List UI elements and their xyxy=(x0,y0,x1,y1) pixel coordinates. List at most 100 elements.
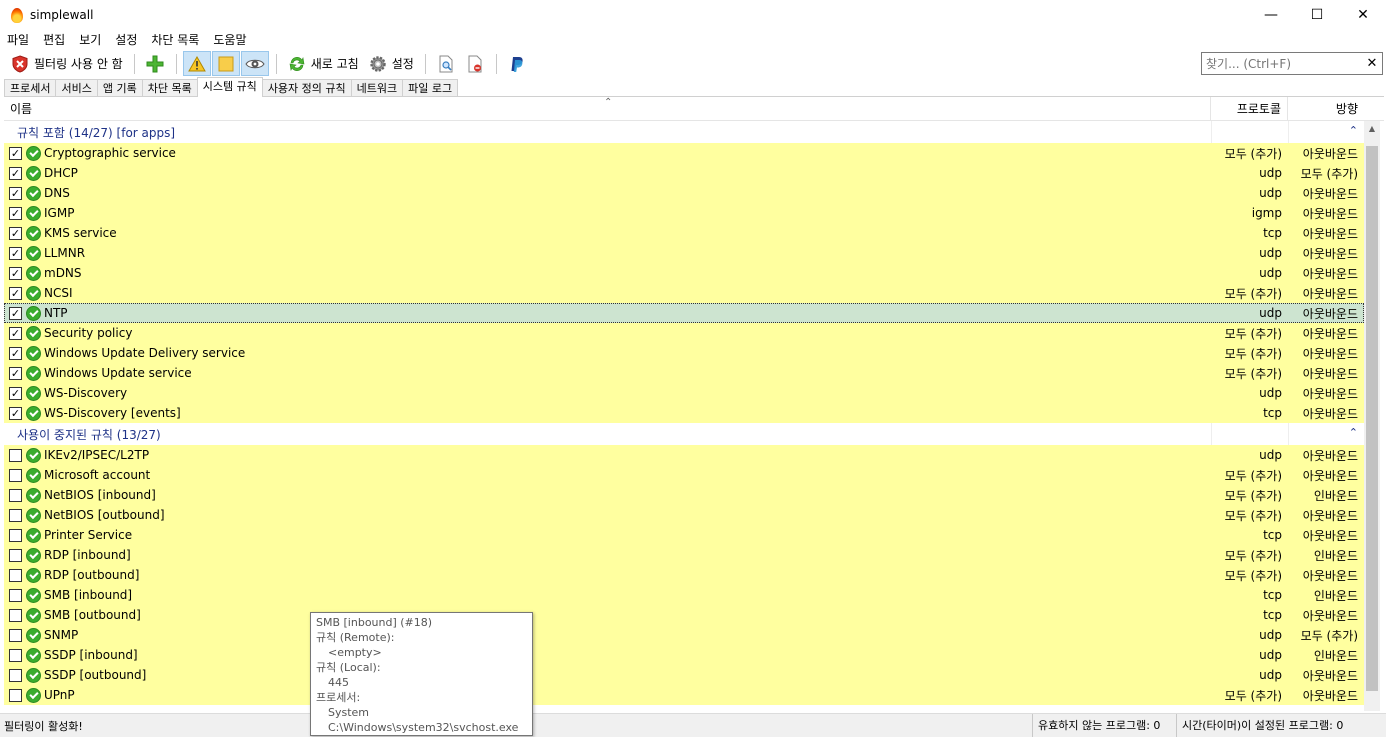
disable-filtering-label: 필터링 사용 안 함 xyxy=(34,57,123,71)
rule-row[interactable]: SSDP [inbound] udp 인바운드 xyxy=(4,645,1364,665)
rule-row[interactable]: SMB [outbound] tcp 아웃바운드 xyxy=(4,605,1364,625)
group-title: 규칙 포함 (14/27) [for apps] xyxy=(17,125,176,140)
rule-row[interactable]: ✓ Windows Update Delivery service 모두 (추가) 아… xyxy=(4,343,1364,363)
tab-services[interactable]: 서비스 xyxy=(55,79,98,97)
rule-row[interactable]: NetBIOS [inbound] 모두 (추가) 인바운드 xyxy=(4,485,1364,505)
minimize-button[interactable]: — xyxy=(1248,0,1294,30)
rule-row[interactable]: Printer Service tcp 아웃바운드 xyxy=(4,525,1364,545)
rule-row[interactable]: RDP [inbound] 모두 (추가) 인바운드 xyxy=(4,545,1364,565)
rule-row[interactable]: ✓ IGMP igmp 아웃바운드 xyxy=(4,203,1364,223)
check-circle-icon xyxy=(26,145,41,161)
rule-checkbox[interactable]: ✓ xyxy=(9,326,22,340)
rule-checkbox[interactable] xyxy=(9,568,22,582)
tab-processes[interactable]: 프로세서 xyxy=(4,79,57,97)
rule-row[interactable]: ✓ LLMNR udp 아웃바운드 xyxy=(4,243,1364,263)
rule-checkbox[interactable]: ✓ xyxy=(9,186,22,200)
close-button[interactable]: ✕ xyxy=(1340,0,1386,30)
rule-checkbox[interactable]: ✓ xyxy=(9,406,22,420)
rule-row[interactable]: ✓ WS-Discovery udp 아웃바운드 xyxy=(4,383,1364,403)
maximize-button[interactable]: ☐ xyxy=(1294,0,1340,30)
clear-search-icon[interactable]: ✕ xyxy=(1362,56,1382,71)
rule-checkbox[interactable]: ✓ xyxy=(9,226,22,240)
rule-checkbox[interactable] xyxy=(9,608,22,622)
menu-help[interactable]: 도움말 xyxy=(206,30,253,50)
rule-row[interactable]: Microsoft account 모두 (추가) 아웃바운드 xyxy=(4,465,1364,485)
eye-toggle-button[interactable] xyxy=(240,51,269,76)
rule-protocol: 모두 (추가) xyxy=(1224,346,1282,361)
menu-file[interactable]: 파일 xyxy=(0,30,36,50)
rule-row[interactable]: ✓ DNS udp 아웃바운드 xyxy=(4,183,1364,203)
settings-button[interactable]: 설정 xyxy=(364,51,418,76)
add-button[interactable] xyxy=(141,51,169,76)
menu-edit[interactable]: 편집 xyxy=(36,30,72,50)
rule-row[interactable]: RDP [outbound] 모두 (추가) 아웃바운드 xyxy=(4,565,1364,585)
rule-row[interactable]: SMB [inbound] tcp 인바운드 xyxy=(4,585,1364,605)
rule-checkbox[interactable] xyxy=(9,448,22,462)
tab-user-rules[interactable]: 사용자 정의 규칙 xyxy=(261,79,352,97)
rule-checkbox[interactable] xyxy=(9,688,22,702)
rule-row[interactable]: UPnP 모두 (추가) 아웃바운드 xyxy=(4,685,1364,705)
disable-filtering-button[interactable]: 필터링 사용 안 함 xyxy=(6,51,127,76)
rule-checkbox[interactable]: ✓ xyxy=(9,206,22,220)
group-header[interactable]: 사용이 중지된 규칙 (13/27) ⌃ xyxy=(4,423,1364,445)
rule-row[interactable]: ✓ DHCP udp 모두 (추가) xyxy=(4,163,1364,183)
vertical-scrollbar[interactable]: ▲ xyxy=(1364,121,1380,711)
note-toggle-button[interactable] xyxy=(211,51,240,76)
rule-row[interactable]: SNMP udp 모두 (추가) xyxy=(4,625,1364,645)
rule-row[interactable]: ✓ KMS service tcp 아웃바운드 xyxy=(4,223,1364,243)
rule-checkbox[interactable] xyxy=(9,508,22,522)
rule-checkbox[interactable] xyxy=(9,668,22,682)
rule-checkbox[interactable]: ✓ xyxy=(9,246,22,260)
collapse-icon[interactable]: ⌃ xyxy=(1349,426,1358,439)
check-circle-icon xyxy=(26,547,41,563)
rule-row[interactable]: ✓ Cryptographic service 모두 (추가) 아웃바운드 xyxy=(4,143,1364,163)
menu-blocklist[interactable]: 차단 목록 xyxy=(144,30,206,50)
rule-checkbox[interactable]: ✓ xyxy=(9,346,22,360)
column-direction[interactable]: 방향 xyxy=(1288,97,1364,121)
rule-checkbox[interactable]: ✓ xyxy=(9,166,22,180)
rule-checkbox[interactable]: ✓ xyxy=(9,366,22,380)
rule-row[interactable]: ✓ Windows Update service 모두 (추가) 아웃바운드 xyxy=(4,363,1364,383)
log-view-button[interactable] xyxy=(432,51,460,76)
rule-checkbox[interactable]: ✓ xyxy=(9,386,22,400)
rule-protocol: udp xyxy=(1259,166,1282,180)
rule-checkbox[interactable] xyxy=(9,628,22,642)
collapse-icon[interactable]: ⌃ xyxy=(1349,124,1358,137)
donate-button[interactable] xyxy=(503,51,531,76)
shield-x-icon xyxy=(10,54,30,74)
rule-row[interactable]: ✓ mDNS udp 아웃바운드 xyxy=(4,263,1364,283)
column-name[interactable]: 이름 ⌃ xyxy=(4,97,1211,121)
tab-file-log[interactable]: 파일 로그 xyxy=(402,79,459,97)
tab-network[interactable]: 네트워크 xyxy=(350,79,404,97)
scroll-thumb[interactable] xyxy=(1366,146,1378,691)
menu-view[interactable]: 보기 xyxy=(72,30,108,50)
rule-row[interactable]: ✓ NCSI 모두 (추가) 아웃바운드 xyxy=(4,283,1364,303)
rule-checkbox[interactable] xyxy=(9,648,22,662)
rule-row[interactable]: ✓ WS-Discovery [events] tcp 아웃바운드 xyxy=(4,403,1364,423)
rule-checkbox[interactable] xyxy=(9,488,22,502)
column-protocol[interactable]: 프로토콜 xyxy=(1211,97,1288,121)
rule-row[interactable]: ✓ Security policy 모두 (추가) 아웃바운드 xyxy=(4,323,1364,343)
search-input[interactable] xyxy=(1202,56,1362,71)
rule-row[interactable]: ✓ NTP udp 아웃바운드 xyxy=(4,303,1364,323)
rule-checkbox[interactable] xyxy=(9,588,22,602)
scroll-up-icon[interactable]: ▲ xyxy=(1364,121,1380,137)
log-clear-button[interactable] xyxy=(461,51,489,76)
rule-row[interactable]: NetBIOS [outbound] 모두 (추가) 아웃바운드 xyxy=(4,505,1364,525)
rule-checkbox[interactable]: ✓ xyxy=(9,306,22,320)
rule-row[interactable]: IKEv2/IPSEC/L2TP udp 아웃바운드 xyxy=(4,445,1364,465)
refresh-button[interactable]: 새로 고침 xyxy=(283,51,363,76)
rule-checkbox[interactable]: ✓ xyxy=(9,266,22,280)
warning-toggle-button[interactable] xyxy=(182,51,211,76)
group-header[interactable]: 규칙 포함 (14/27) [for apps] ⌃ xyxy=(4,121,1364,143)
tab-blocklist[interactable]: 차단 목록 xyxy=(141,79,198,97)
menu-settings[interactable]: 설정 xyxy=(108,30,144,50)
rule-checkbox[interactable] xyxy=(9,528,22,542)
rule-checkbox[interactable] xyxy=(9,468,22,482)
rule-checkbox[interactable]: ✓ xyxy=(9,146,22,160)
rule-checkbox[interactable] xyxy=(9,548,22,562)
rule-checkbox[interactable]: ✓ xyxy=(9,286,22,300)
tab-system-rules[interactable]: 시스템 규칙 xyxy=(196,77,263,97)
tab-app-history[interactable]: 앱 기록 xyxy=(96,79,143,97)
rule-row[interactable]: SSDP [outbound] udp 아웃바운드 xyxy=(4,665,1364,685)
